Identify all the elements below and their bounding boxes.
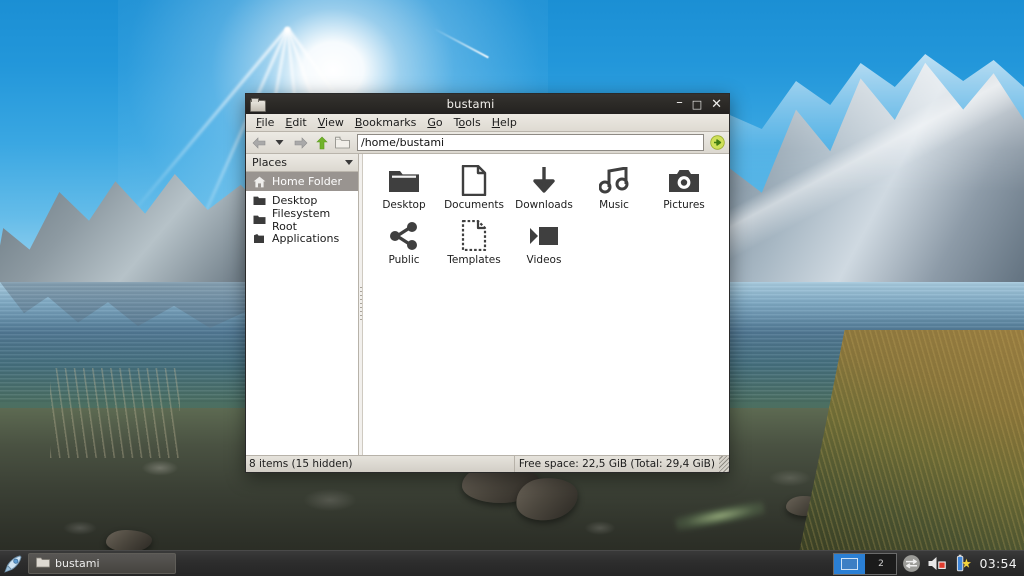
- home-icon: [252, 175, 266, 189]
- window-folder-icon: [250, 98, 265, 111]
- desktop[interactable]: bustami – □ ✕ File Edit View Bookmarks G…: [0, 0, 1024, 576]
- file-item-label: Videos: [527, 254, 562, 266]
- path-input[interactable]: /home/bustami: [357, 134, 704, 151]
- network-icon[interactable]: [901, 553, 922, 575]
- file-item-label: Documents: [444, 199, 504, 211]
- window-resize-grip[interactable]: [719, 456, 729, 472]
- menu-bookmarks[interactable]: Bookmarks: [350, 115, 421, 131]
- sidebar-item-filesystem-root[interactable]: Filesystem Root: [246, 210, 358, 229]
- path-value: /home/bustami: [361, 136, 444, 149]
- go-arrow-icon[interactable]: [708, 134, 726, 152]
- sidebar-item-label: Home Folder: [272, 175, 342, 188]
- file-item-desktop[interactable]: Desktop: [369, 162, 439, 217]
- file-item-public[interactable]: Public: [369, 217, 439, 272]
- sidebar-item-label: Desktop: [272, 194, 317, 207]
- file-manager-window[interactable]: bustami – □ ✕ File Edit View Bookmarks G…: [245, 93, 730, 473]
- menu-go[interactable]: Go: [422, 115, 447, 131]
- taskbar-window-label: bustami: [55, 557, 100, 570]
- workspace-1[interactable]: [834, 554, 865, 574]
- sidebar-item-label: Applications: [272, 232, 339, 245]
- wallpaper-reeds: [50, 368, 180, 458]
- file-item-label: Templates: [447, 254, 500, 266]
- taskbar-window-button-bustami[interactable]: bustami: [28, 553, 176, 574]
- camera-icon: [668, 164, 700, 197]
- window-title: bustami: [265, 97, 676, 111]
- file-item-templates[interactable]: Templates: [439, 217, 509, 272]
- up-icon[interactable]: [312, 134, 331, 152]
- open-folder-icon[interactable]: [333, 134, 352, 152]
- file-item-videos[interactable]: Videos: [509, 217, 579, 272]
- chevron-down-icon[interactable]: [270, 134, 289, 152]
- file-item-label: Downloads: [515, 199, 573, 211]
- workspace-switcher: 2: [833, 553, 897, 575]
- maximize-button[interactable]: □: [692, 99, 702, 110]
- file-item-label: Public: [388, 254, 419, 266]
- menu-edit[interactable]: Edit: [280, 115, 311, 131]
- sidebar-item-applications[interactable]: Applications: [246, 229, 358, 248]
- menu-file[interactable]: File: [251, 115, 279, 131]
- apps-folder-icon: [252, 232, 266, 246]
- folder-icon: [252, 213, 266, 227]
- status-item-count: 8 items (15 hidden): [246, 456, 515, 472]
- menubar: File Edit View Bookmarks Go Tools Help: [246, 114, 729, 132]
- forward-icon[interactable]: [291, 134, 310, 152]
- minimize-button[interactable]: –: [676, 96, 683, 109]
- taskbar: bustami 2: [0, 550, 1024, 576]
- music-note-icon: [599, 164, 629, 197]
- volume-muted-icon[interactable]: [926, 553, 947, 575]
- splitter-grip: [360, 287, 362, 323]
- file-item-label: Pictures: [663, 199, 705, 211]
- places-header[interactable]: Places: [246, 154, 358, 172]
- workspace-preview: [841, 558, 858, 570]
- sidebar-item-home-folder[interactable]: Home Folder: [246, 172, 358, 191]
- rocket-launcher-icon[interactable]: [0, 551, 26, 576]
- download-arrow-icon: [530, 164, 558, 197]
- share-nodes-icon: [389, 219, 419, 252]
- menu-help[interactable]: Help: [487, 115, 522, 131]
- file-item-music[interactable]: Music: [579, 162, 649, 217]
- file-item-pictures[interactable]: Pictures: [649, 162, 719, 217]
- folder-icon: [36, 556, 50, 571]
- menu-view[interactable]: View: [313, 115, 349, 131]
- window-titlebar[interactable]: bustami – □ ✕: [246, 94, 729, 114]
- template-document-icon: [461, 219, 487, 252]
- file-item-label: Music: [599, 199, 629, 211]
- video-clip-icon: [529, 219, 559, 252]
- back-icon[interactable]: [249, 134, 268, 152]
- folder-icon: [252, 194, 266, 208]
- window-controls: – □ ✕: [676, 98, 726, 111]
- close-button[interactable]: ✕: [711, 98, 722, 111]
- statusbar: 8 items (15 hidden) Free space: 22,5 GiB…: [246, 455, 729, 472]
- file-item-documents[interactable]: Documents: [439, 162, 509, 217]
- taskbar-clock[interactable]: 03:54: [976, 556, 1019, 571]
- window-body: Places Home Folder Desktop: [246, 154, 729, 455]
- file-item-downloads[interactable]: Downloads: [509, 162, 579, 217]
- status-free-space: Free space: 22,5 GiB (Total: 29,4 GiB): [515, 456, 719, 472]
- battery-icon[interactable]: [951, 553, 972, 575]
- places-sidebar: Places Home Folder Desktop: [246, 154, 359, 455]
- file-list-pane[interactable]: Desktop Documents Downloads: [363, 154, 729, 455]
- places-header-label: Places: [252, 156, 287, 169]
- system-tray: 2: [833, 551, 1024, 576]
- file-item-label: Desktop: [382, 199, 425, 211]
- document-icon: [461, 164, 487, 197]
- chevron-down-icon[interactable]: [345, 160, 353, 165]
- folder-icon: [388, 164, 420, 197]
- workspace-2[interactable]: 2: [865, 554, 896, 574]
- menu-tools[interactable]: Tools: [449, 115, 486, 131]
- toolbar: /home/bustami: [246, 132, 729, 154]
